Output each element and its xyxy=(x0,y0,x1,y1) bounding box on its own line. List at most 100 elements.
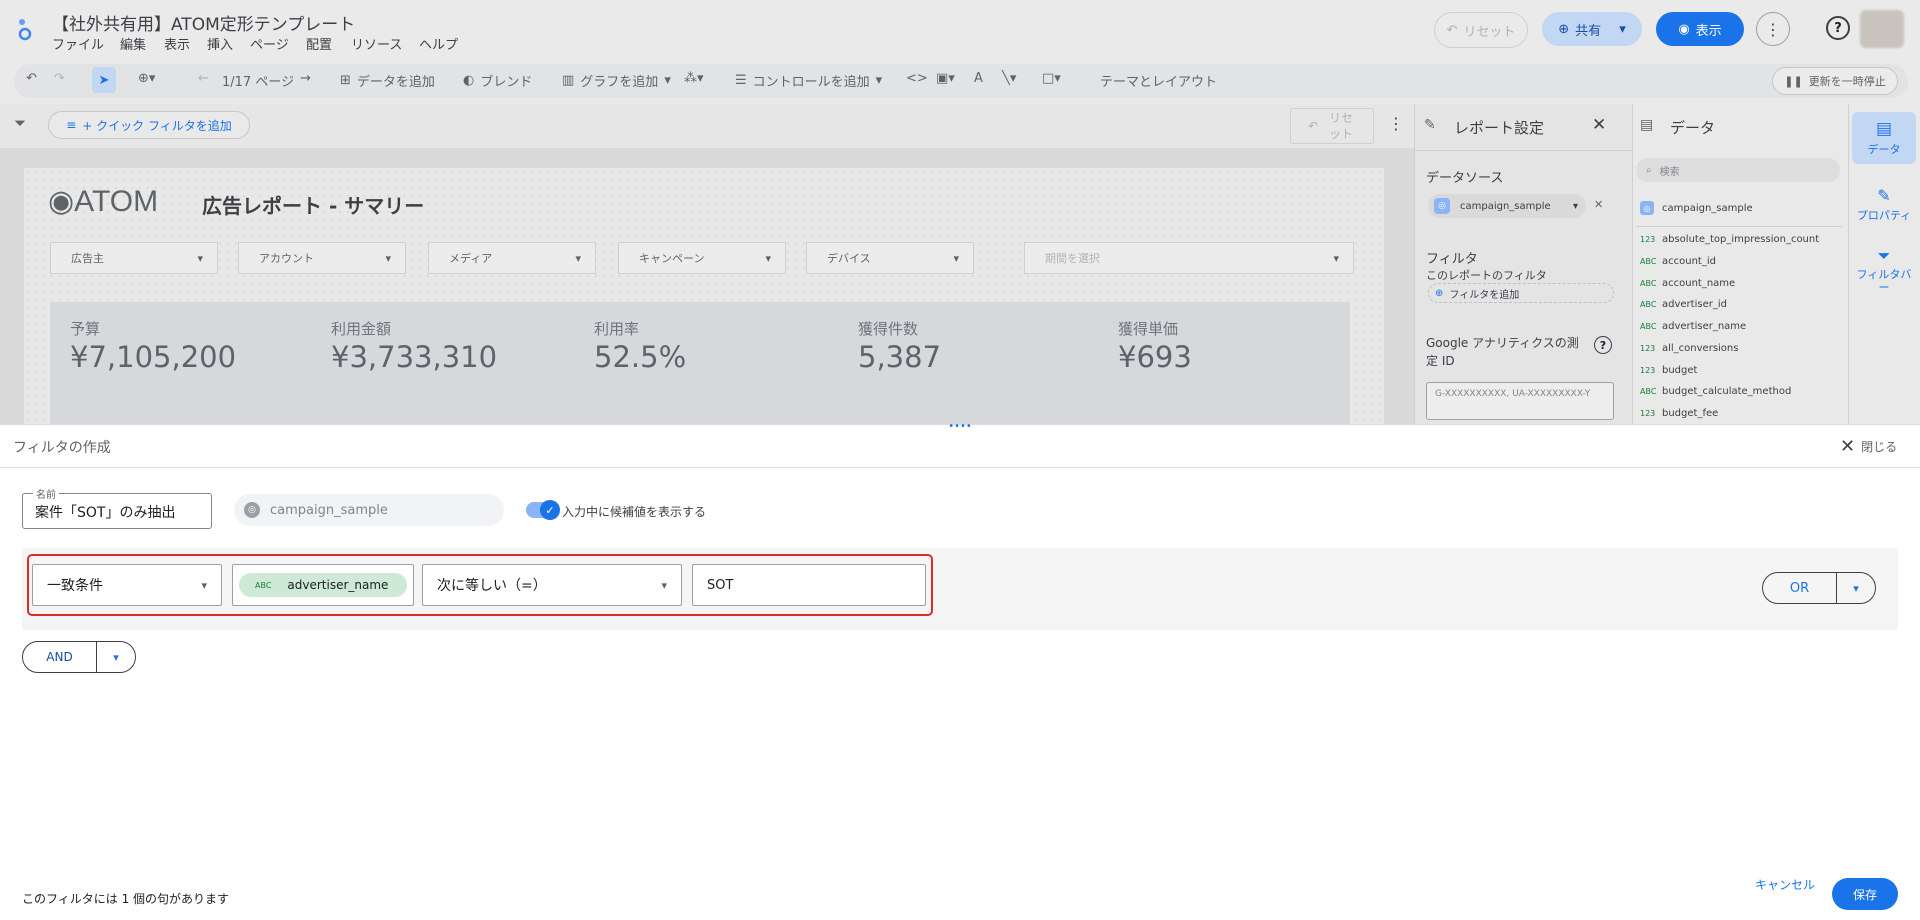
atom-logo[interactable]: ◉ATOM xyxy=(48,184,158,219)
toolbar xyxy=(14,64,1908,98)
and-dropdown-icon[interactable]: ▾ xyxy=(97,642,135,672)
shape-icon[interactable]: □▾ xyxy=(1042,71,1061,86)
add-control-button[interactable]: ☰ コントロールを追加 ▾ xyxy=(735,71,882,90)
dropdown-advertiser[interactable]: 広告主 ▾ xyxy=(50,242,218,274)
condition-type-select[interactable]: 一致条件 ▾ xyxy=(32,564,222,606)
redo-icon[interactable]: ↷ xyxy=(54,71,65,86)
divider xyxy=(0,467,1920,468)
menu-arrange[interactable]: 配置 xyxy=(306,34,332,53)
datasource-icon: ◎ xyxy=(244,502,260,518)
help-icon[interactable]: ? xyxy=(1594,336,1612,354)
caret-down-icon: ▾ xyxy=(575,251,581,265)
field-chip[interactable]: ABC advertiser_name xyxy=(239,573,407,597)
cancel-button[interactable]: キャンセル xyxy=(1752,876,1818,894)
pause-update-button[interactable]: ❚❚ 更新を一時停止 xyxy=(1772,67,1898,95)
avatar[interactable] xyxy=(1860,10,1904,48)
more-options-icon[interactable]: ⋮ xyxy=(1756,12,1790,46)
dropdown-device[interactable]: デバイス ▾ xyxy=(806,242,974,274)
field-selector[interactable]: ABC advertiser_name xyxy=(232,564,414,606)
filter-icon[interactable]: ⏷ xyxy=(14,114,26,132)
field-search-input[interactable]: ⌕ 検索 xyxy=(1636,158,1840,182)
kpi-value-usage-rate[interactable]: 52.5% xyxy=(594,340,686,374)
field-item[interactable]: ABC account_id xyxy=(1640,256,1716,267)
rail-properties-tab[interactable]: ✎ プロパティ xyxy=(1852,178,1916,230)
save-button[interactable]: 保存 xyxy=(1832,878,1898,910)
next-page-icon[interactable]: → xyxy=(300,71,311,86)
theme-layout-button[interactable]: テーマとレイアウト xyxy=(1100,71,1217,90)
table-icon: ▤ xyxy=(1640,117,1654,133)
close-icon[interactable]: ✕ xyxy=(1592,115,1606,135)
field-item[interactable]: ABC advertiser_id xyxy=(1640,299,1727,310)
rail-filter-bar-tab[interactable]: ⏷ フィルタバー xyxy=(1852,244,1916,296)
help-icon[interactable]: ? xyxy=(1826,16,1850,40)
field-item[interactable]: ABC account_name xyxy=(1640,278,1735,289)
and-button[interactable]: AND xyxy=(23,642,97,672)
remove-datasource-icon[interactable]: ✕ xyxy=(1594,198,1603,211)
share-button[interactable]: ⊕ 共有 ▾ xyxy=(1542,12,1642,46)
undo-icon[interactable]: ↶ xyxy=(26,71,37,86)
datasource-icon: ◎ xyxy=(1640,201,1654,215)
more-options-icon[interactable]: ⋮ xyxy=(1388,114,1404,133)
report-heading[interactable]: 広告レポート - サマリー xyxy=(202,190,424,219)
text-box-icon[interactable]: A xyxy=(974,71,983,86)
date-range-picker[interactable]: 期間を選択 ▾ xyxy=(1024,242,1354,274)
resize-handle-icon[interactable]: •••• xyxy=(948,422,972,432)
suggest-values-toggle[interactable]: ✓ xyxy=(526,500,560,520)
canvas-reset-button[interactable]: ↶ リセット xyxy=(1290,108,1374,144)
field-item[interactable]: 123 budget_fee xyxy=(1640,408,1718,419)
community-viz-icon[interactable]: ⁂▾ xyxy=(684,71,704,86)
looker-studio-logo-icon[interactable] xyxy=(14,16,36,42)
or-button[interactable]: OR xyxy=(1763,573,1837,603)
datasource-chip[interactable]: ◎ campaign_sample ▾ xyxy=(1428,194,1586,218)
menu-edit[interactable]: 編集 xyxy=(120,34,146,53)
kpi-value-conversions[interactable]: 5,387 xyxy=(858,340,941,374)
menu-view[interactable]: 表示 xyxy=(164,34,190,53)
menu-resources[interactable]: リソース xyxy=(351,34,402,53)
data-panel-datasource[interactable]: ◎ campaign_sample xyxy=(1640,201,1753,215)
filter-value-input[interactable]: SOT xyxy=(692,564,926,606)
image-icon[interactable]: ▣▾ xyxy=(936,71,955,86)
menu-page[interactable]: ページ xyxy=(250,34,289,53)
caret-down-icon: ▾ xyxy=(385,251,391,265)
operator-select[interactable]: 次に等しい（=） ▾ xyxy=(422,564,682,606)
field-item[interactable]: 123 budget xyxy=(1640,365,1697,376)
or-dropdown-icon[interactable]: ▾ xyxy=(1837,573,1875,603)
report-title[interactable]: 【社外共有用】ATOM定形テンプレート xyxy=(52,10,355,35)
select-tool[interactable]: ➤ xyxy=(92,67,116,93)
field-item[interactable]: ABC advertiser_name xyxy=(1640,321,1746,332)
add-chart-button[interactable]: ▥ グラフを追加 ▾ xyxy=(562,71,671,90)
embed-code-icon[interactable]: <> xyxy=(906,71,928,86)
kpi-value-budget[interactable]: ¥7,105,200 xyxy=(70,340,236,374)
undo-icon: ↶ xyxy=(1446,22,1458,38)
quick-filter-button[interactable]: ≡ + クイック フィルタを追加 xyxy=(48,111,250,139)
page-indicator[interactable]: 1/17 ページ xyxy=(222,71,294,90)
view-button[interactable]: ◉ 表示 xyxy=(1656,12,1744,46)
close-editor-button[interactable]: ✕ 閉じる xyxy=(1840,436,1897,457)
dropdown-campaign[interactable]: キャンペーン ▾ xyxy=(618,242,786,274)
kpi-label-usage-rate: 利用率 xyxy=(594,320,640,338)
dropdown-media[interactable]: メディア ▾ xyxy=(428,242,596,274)
field-item[interactable]: 123 absolute_top_impression_count xyxy=(1640,234,1819,245)
blend-button[interactable]: ◐ ブレンド xyxy=(463,71,532,90)
filter-name-field[interactable]: 名前 案件「SOT」のみ抽出 xyxy=(22,486,212,529)
menu-file[interactable]: ファイル xyxy=(52,34,104,53)
zoom-icon[interactable]: ⊕▾ xyxy=(138,71,155,86)
add-filter-button[interactable]: ⊕ フィルタを追加 xyxy=(1428,283,1614,303)
prev-page-icon[interactable]: ← xyxy=(198,71,209,86)
report-settings-title: レポート設定 xyxy=(1454,119,1545,137)
menu-insert[interactable]: 挿入 xyxy=(207,34,233,53)
cursor-icon: ➤ xyxy=(98,72,110,88)
field-item[interactable]: ABC budget_calculate_method xyxy=(1640,386,1791,397)
ga-measurement-id-input[interactable]: G-XXXXXXXXXX, UA-XXXXXXXXX-Y xyxy=(1426,382,1614,420)
menu-help[interactable]: ヘルプ xyxy=(419,34,458,53)
dropdown-account[interactable]: アカウント ▾ xyxy=(238,242,406,274)
pencil-icon: ✎ xyxy=(1877,185,1891,205)
datasource-icon: ◎ xyxy=(1434,198,1450,214)
rail-data-tab[interactable]: ▤ データ xyxy=(1852,112,1916,164)
kpi-value-cpa[interactable]: ¥693 xyxy=(1118,340,1192,374)
reset-button[interactable]: ↶ リセット xyxy=(1434,12,1528,48)
add-data-button[interactable]: ⊞ データを追加 xyxy=(340,71,435,90)
kpi-value-spend[interactable]: ¥3,733,310 xyxy=(331,340,497,374)
line-icon[interactable]: ╲▾ xyxy=(1002,71,1016,86)
field-item[interactable]: 123 all_conversions xyxy=(1640,343,1738,354)
